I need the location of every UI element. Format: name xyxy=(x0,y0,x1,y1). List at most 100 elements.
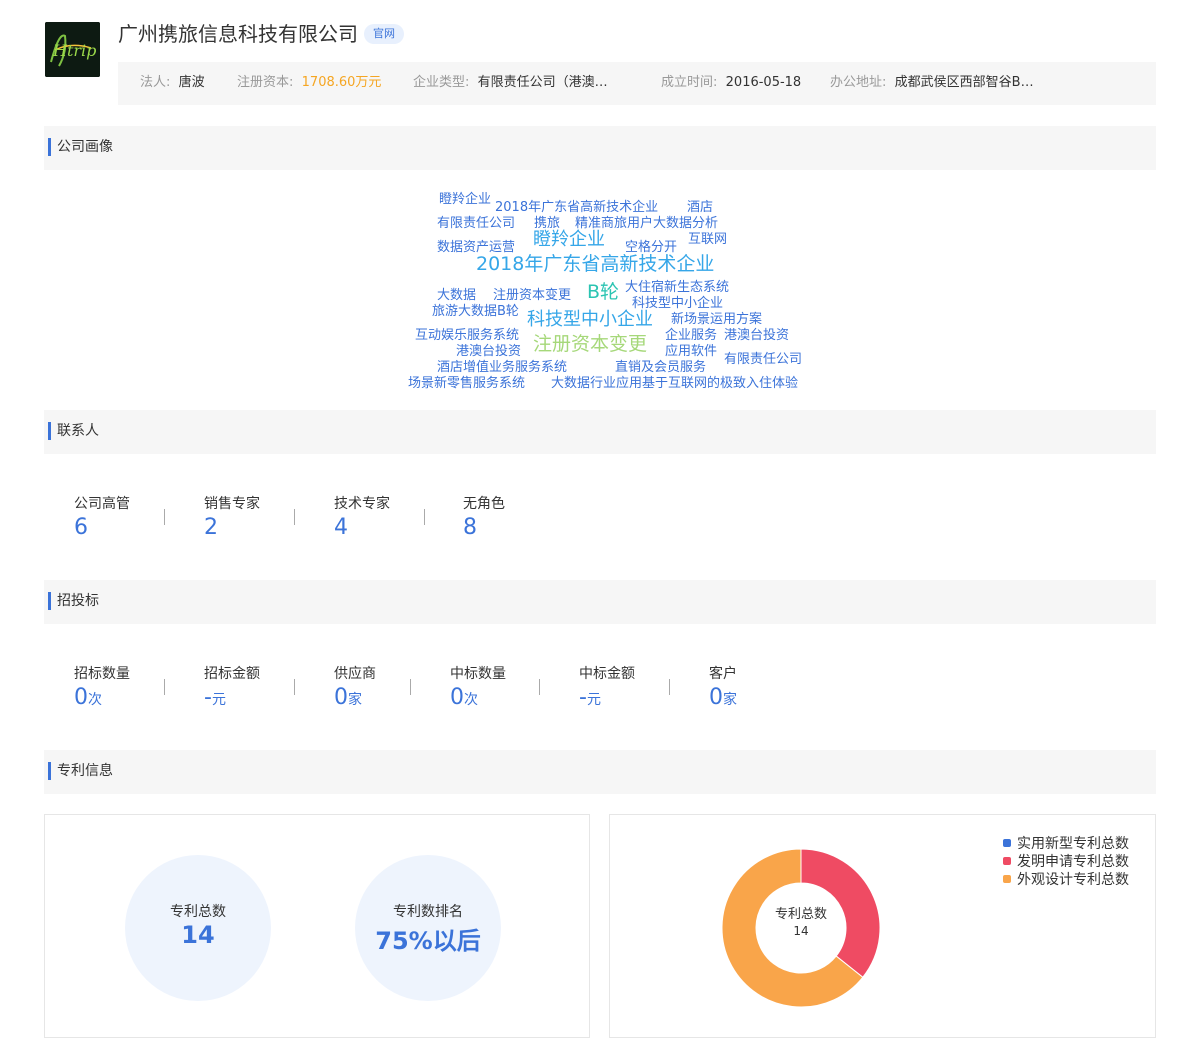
legend-item-utility[interactable]: 实用新型专利总数 xyxy=(1003,833,1129,853)
stat-value: 4 xyxy=(334,515,348,540)
stat-unit: 次 xyxy=(464,692,478,708)
bid-stat-tender-amount[interactable]: 招标金额 -元 xyxy=(204,663,260,710)
word-cloud-tag: 2018年广东省高新技术企业 xyxy=(495,200,659,215)
stat-label: 公司高管 xyxy=(74,496,130,512)
stat-label: 供应商 xyxy=(334,666,376,682)
stat-value: 8 xyxy=(463,515,477,540)
stat-divider xyxy=(294,509,295,525)
info-label: 成立时间: xyxy=(661,75,718,90)
bid-stat-customers[interactable]: 客户 0家 xyxy=(709,663,737,710)
word-cloud-tag: 精准商旅用户大数据分析 xyxy=(575,216,719,231)
stat-value: - xyxy=(204,685,212,710)
section-accent-bar xyxy=(48,422,51,440)
stat-label: 技术专家 xyxy=(334,496,390,512)
patent-rank-label: 专利数排名 xyxy=(393,904,463,920)
word-cloud-tag: 应用软件 xyxy=(665,344,718,359)
stat-unit: 元 xyxy=(586,692,601,708)
word-cloud-tag: 港澳台投资 xyxy=(724,328,790,343)
info-company-type: 企业类型: 有限责任公司（港澳… xyxy=(413,62,608,105)
legend-item-invention[interactable]: 发明申请专利总数 xyxy=(1003,851,1129,871)
stat-value: 0 xyxy=(709,685,723,710)
word-cloud-tag: 互联网 xyxy=(688,232,728,247)
section-contacts: 联系人 xyxy=(44,410,1156,454)
word-cloud-tag: 科技型中小企业 xyxy=(527,309,653,330)
stat-label: 客户 xyxy=(709,666,737,682)
legend-label: 实用新型专利总数 xyxy=(1017,836,1129,852)
info-office-address: 办公地址: 成都武侯区西部智谷B… xyxy=(830,62,1034,105)
section-accent-bar xyxy=(48,138,51,156)
word-cloud-tag: 注册资本变更 xyxy=(493,288,572,303)
info-label: 法人: xyxy=(140,75,171,90)
info-label: 企业类型: xyxy=(413,75,470,90)
word-cloud-tag: 大数据 xyxy=(437,288,477,303)
stat-divider xyxy=(294,679,295,695)
bid-stat-win-amount[interactable]: 中标金额 -元 xyxy=(579,663,635,710)
word-cloud-tag: 新场景运用方案 xyxy=(671,312,763,327)
stat-divider xyxy=(669,679,670,695)
company-name: 广州携旅信息科技有限公司 xyxy=(118,22,358,46)
info-value: 唐波 xyxy=(178,75,205,90)
stat-label: 中标数量 xyxy=(450,666,506,682)
contact-stat-no-role[interactable]: 无角色 8 xyxy=(463,493,505,540)
section-title: 专利信息 xyxy=(57,763,113,779)
legend-item-design[interactable]: 外观设计专利总数 xyxy=(1003,869,1129,889)
stat-divider xyxy=(539,679,540,695)
word-cloud-tag: 港澳台投资 xyxy=(456,344,522,359)
patent-chart-panel: 专利总数 14 实用新型专利总数 发明申请专利总数 外观设计专利总数 xyxy=(609,814,1156,1038)
stat-label: 中标金额 xyxy=(579,666,635,682)
word-cloud-tag: 酒店增值业务服务系统 xyxy=(437,360,568,375)
section-company-profile: 公司画像 xyxy=(44,126,1156,170)
info-label: 办公地址: xyxy=(830,75,887,90)
bid-stat-tender-count[interactable]: 招标数量 0次 xyxy=(74,663,130,710)
stat-divider xyxy=(164,679,165,695)
patent-rank-circle: 专利数排名 75%以后 xyxy=(355,855,501,1001)
contact-stat-tech-experts[interactable]: 技术专家 4 xyxy=(334,493,390,540)
patent-total-circle: 专利总数 14 xyxy=(125,855,271,1001)
info-registered-capital: 注册资本: 1708.60万元 xyxy=(237,62,381,105)
patent-summary-panel: 专利总数 14 专利数排名 75%以后 xyxy=(44,814,590,1038)
word-cloud-tag: 场景新零售服务系统 xyxy=(408,376,526,391)
info-value: 有限责任公司（港澳… xyxy=(477,75,608,90)
word-cloud-tag: 携旅 xyxy=(534,216,561,231)
word-cloud-tag: 互动娱乐服务系统 xyxy=(415,328,520,343)
section-accent-bar xyxy=(48,592,51,610)
stat-divider xyxy=(424,509,425,525)
word-cloud-tag: 瞪羚企业 xyxy=(439,192,492,207)
info-value: 1708.60万元 xyxy=(301,75,382,90)
word-cloud-tag: 瞪羚企业 xyxy=(533,229,605,250)
stat-value: 0 xyxy=(74,685,88,710)
stat-label: 无角色 xyxy=(463,496,505,512)
word-cloud: 瞪羚企业 2018年广东省高新技术企业 酒店 有限责任公司 携旅 精准商旅用户大… xyxy=(0,0,1200,400)
stat-value: 0 xyxy=(450,685,464,710)
word-cloud-tag: 大住宿新生态系统 xyxy=(625,280,730,295)
stat-value: - xyxy=(579,685,587,710)
bid-stat-suppliers[interactable]: 供应商 0家 xyxy=(334,663,376,710)
section-bidding: 招投标 xyxy=(44,580,1156,624)
section-title: 公司画像 xyxy=(57,139,113,155)
info-established-date: 成立时间: 2016-05-18 xyxy=(661,62,801,105)
word-cloud-tag: 旅游大数据B轮 xyxy=(432,304,519,319)
stat-unit: 家 xyxy=(348,692,362,708)
patent-rank-value: 75%以后 xyxy=(375,927,481,955)
word-cloud-tag: 直销及会员服务 xyxy=(615,360,707,375)
contact-stat-executives[interactable]: 公司高管 6 xyxy=(74,493,130,540)
stat-value: 0 xyxy=(334,685,348,710)
stat-unit: 家 xyxy=(723,692,737,708)
word-cloud-tag: 2018年广东省高新技术企业 xyxy=(476,253,715,275)
word-cloud-tag: B轮 xyxy=(587,281,620,303)
stat-unit: 元 xyxy=(211,692,226,708)
section-title: 招投标 xyxy=(57,593,99,609)
legend-marker xyxy=(1003,875,1011,883)
word-cloud-tag: 科技型中小企业 xyxy=(632,296,724,311)
official-site-badge[interactable]: 官网 xyxy=(364,24,404,44)
patent-total-value: 14 xyxy=(181,921,215,949)
stat-value: 6 xyxy=(74,515,88,540)
word-cloud-tag: 酒店 xyxy=(687,200,714,215)
bid-stat-win-count[interactable]: 中标数量 0次 xyxy=(450,663,506,710)
legend-label: 发明申请专利总数 xyxy=(1017,854,1129,870)
stat-divider xyxy=(410,679,411,695)
word-cloud-tag: 空格分开 xyxy=(625,240,678,255)
word-cloud-tag: 数据资产运营 xyxy=(437,240,516,255)
contact-stat-sales-experts[interactable]: 销售专家 2 xyxy=(204,493,260,540)
word-cloud-tag: 有限责任公司 xyxy=(437,216,516,231)
